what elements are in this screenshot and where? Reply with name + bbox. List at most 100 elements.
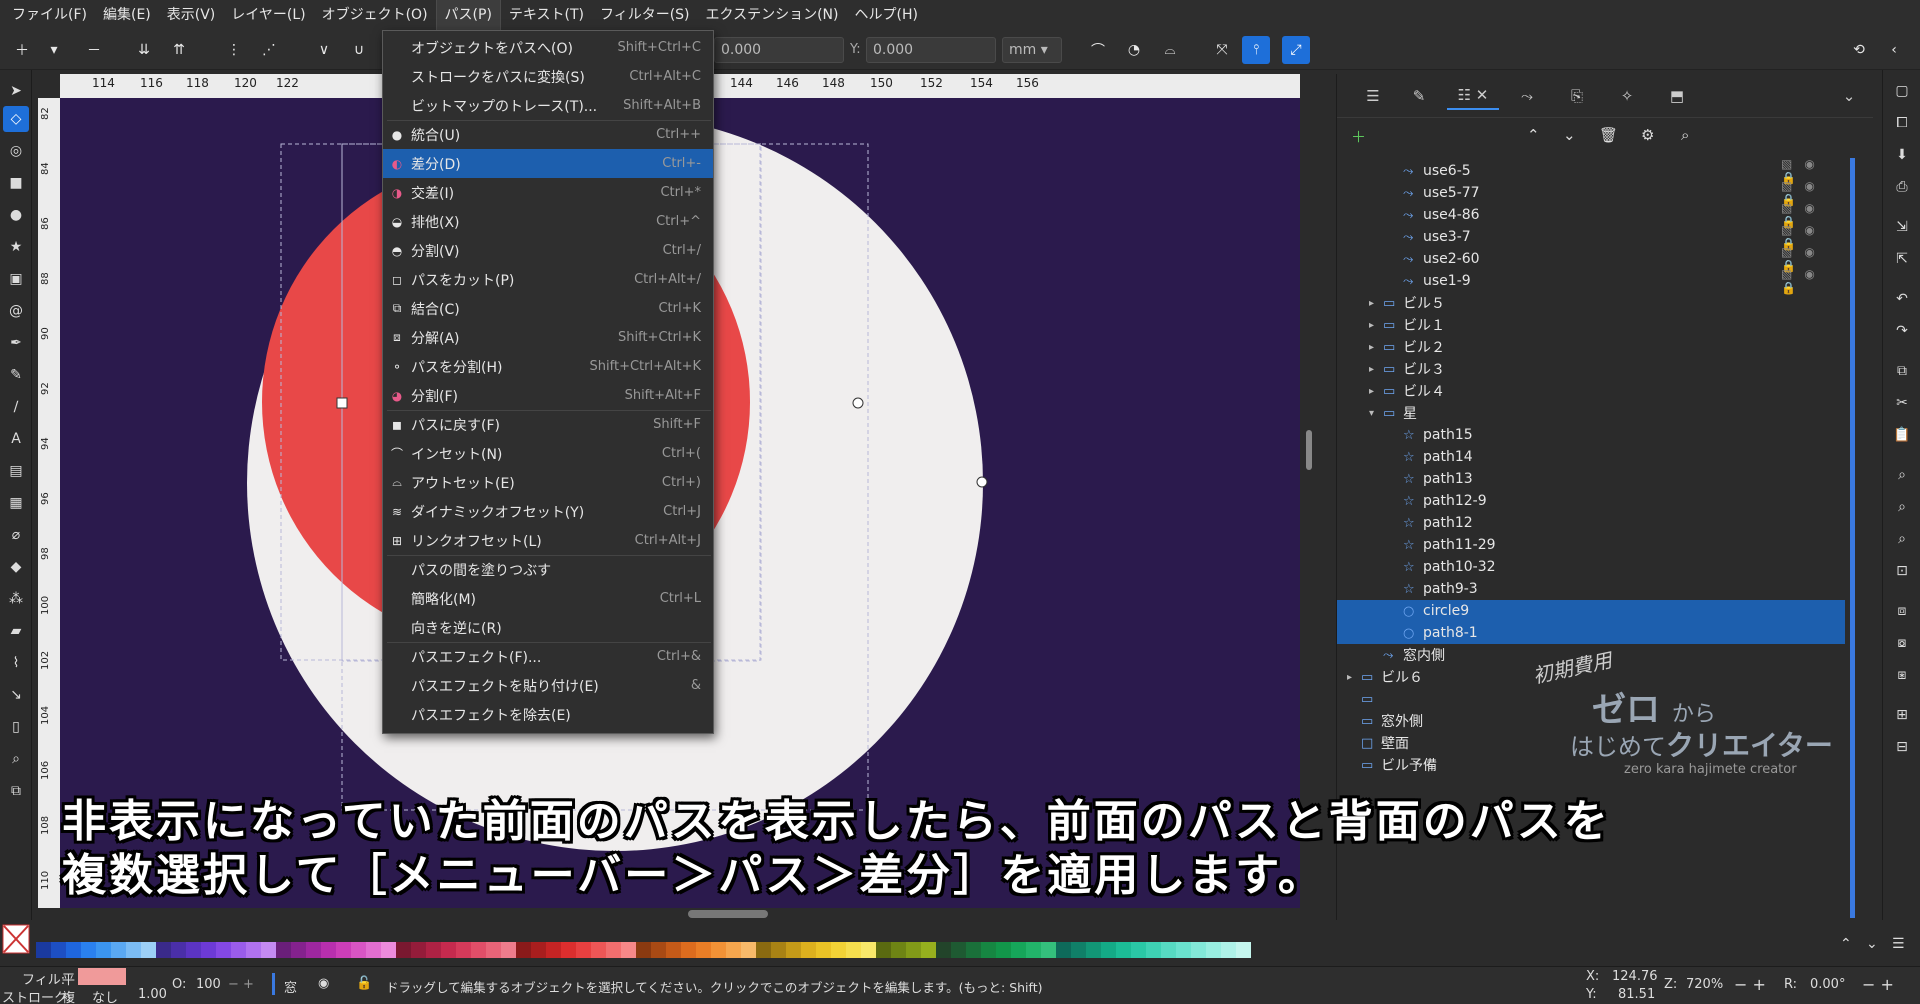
path-menu-item[interactable]: パスエフェクトを貼り付け(E) & [383,671,713,700]
pages-tool-icon[interactable]: ⧉ [3,778,29,804]
color-swatch[interactable] [516,942,531,958]
path-menu-item[interactable]: ⌒ インセット(N) Ctrl+( [383,439,713,468]
layer-row[interactable]: ▸ ▭ ビル５ [1337,292,1845,314]
copy-icon[interactable]: ⧉ [1889,358,1915,384]
bucket-tool-icon[interactable]: ◆ [3,554,29,580]
layer-row[interactable]: ☆ path11-29 [1337,534,1845,556]
color-swatch[interactable] [996,942,1011,958]
expand-toggle-icon[interactable]: ▸ [1347,672,1352,683]
color-swatch[interactable] [921,942,936,958]
rotation-field[interactable]: 0.00° [1810,977,1845,992]
zoom-drawing-icon[interactable]: ⌕ [1889,494,1915,520]
palette-up-icon[interactable]: ⌃ [1840,936,1852,952]
move-up-icon[interactable]: ⌃ [1527,126,1540,144]
expand-toggle-icon[interactable]: ▸ [1369,320,1374,331]
xml-editor-icon[interactable]: ⤳ [1509,82,1545,110]
x-field[interactable]: 0.000 [714,37,844,63]
chevron-down-icon[interactable]: ▾ [40,36,68,64]
color-swatch[interactable] [411,942,426,958]
lock-icon[interactable]: 🔓 [356,976,372,991]
swatches-panel-icon[interactable]: ⬒ [1659,82,1695,110]
layer-row[interactable]: ▸ ▭ ビル４ [1337,380,1845,402]
color-swatch[interactable] [306,942,321,958]
ellipse-tool-icon[interactable]: ● [3,202,29,228]
path-menu-item[interactable]: ◻ パスをカット(P) Ctrl+Alt+/ [383,265,713,294]
layer-row[interactable]: ⤳ use2-60 ▧◉🔒 [1337,245,1845,273]
expand-toggle-icon[interactable]: ▸ [1369,342,1374,353]
path-menu-item[interactable]: ◕ 分割(F) Shift+Alt+F [383,381,713,410]
expand-toggle-icon[interactable]: ▸ [1369,364,1374,375]
align-panel-icon[interactable]: ☰ [1355,82,1391,110]
selector-tool-icon[interactable]: ➤ [3,78,29,104]
color-swatch[interactable] [246,942,261,958]
menu-4[interactable]: オブジェクト(O) [314,0,436,30]
color-swatch[interactable] [711,942,726,958]
print-icon[interactable]: ⎙ [1889,174,1915,200]
zoom-stepper[interactable]: − + [1734,975,1766,994]
rect-tool-icon[interactable]: ■ [3,170,29,196]
delete-segment-icon[interactable]: ⋰ [255,36,283,64]
color-swatch[interactable] [561,942,576,958]
layer-row[interactable]: ▸ ▭ ビル２ [1337,336,1845,358]
layer-row[interactable]: ○ circle9 [1337,600,1845,622]
expand-toggle-icon[interactable]: ▾ [1369,408,1374,419]
menu-8[interactable]: エクステンション(N) [698,0,847,30]
pencil-tool-icon[interactable]: ✎ [3,362,29,388]
paste-icon[interactable]: 📋 [1889,422,1915,448]
node-cusp-icon[interactable]: ∨ [310,36,338,64]
show-outline-icon[interactable]: ⤢ [1282,36,1310,64]
color-swatch[interactable] [141,942,156,958]
color-swatch[interactable] [966,942,981,958]
open-icon[interactable]: ⧠ [1889,110,1915,136]
color-swatch[interactable] [906,942,921,958]
color-swatch[interactable] [1101,942,1116,958]
y-field[interactable]: 0.000 [866,37,996,63]
color-swatch[interactable] [816,942,831,958]
color-swatch[interactable] [441,942,456,958]
color-swatch[interactable] [156,942,171,958]
connector-tool-icon[interactable]: ↘ [3,682,29,708]
color-swatch[interactable] [876,942,891,958]
layer-row[interactable]: ⤳ use5-77 ▧◉🔒 [1337,179,1845,207]
color-swatch[interactable] [366,942,381,958]
add-layer-icon[interactable]: ＋ [1351,126,1366,147]
color-swatch[interactable] [846,942,861,958]
snap-icon[interactable]: ⟲ [1845,36,1873,64]
zoom-field[interactable]: 720% [1686,977,1723,992]
search-icon[interactable]: ⌕ [1681,126,1689,144]
color-swatch[interactable] [681,942,696,958]
color-swatch[interactable] [861,942,876,958]
menu-5[interactable]: パス(P) [435,0,501,31]
palette-swatches[interactable] [36,942,1251,958]
menu-9[interactable]: ヘルプ(H) [847,0,926,30]
transform-handles-icon[interactable]: ⤧ [1208,36,1236,64]
path-menu-item[interactable]: ⧉ 結合(C) Ctrl+K [383,294,713,323]
layer-row[interactable]: ☆ path15 [1337,424,1845,446]
mesh-tool-icon[interactable]: ▦ [3,490,29,516]
color-swatch[interactable] [1206,942,1221,958]
color-swatch[interactable] [891,942,906,958]
color-swatch[interactable] [486,942,501,958]
color-swatch[interactable] [381,942,396,958]
color-swatch[interactable] [66,942,81,958]
path-menu-item[interactable]: オブジェクトをパスへ(O) Shift+Ctrl+C [383,33,713,62]
layer-row[interactable]: ⤳ use3-7 ▧◉🔒 [1337,223,1845,251]
node-tool-icon[interactable]: ◇ [3,106,29,132]
path-menu-item[interactable]: ◼ パスに戻す(F) Shift+F [383,410,713,439]
path-menu-item[interactable]: ビットマップのトレース(T)... Shift+Alt+B [383,91,713,120]
color-swatch[interactable] [456,942,471,958]
group-icon[interactable]: ⊞ [1889,702,1915,728]
layer-row[interactable]: ☆ path9-3 [1337,578,1845,600]
row-visibility-lock-icons[interactable]: ▧◉🔒 [1781,267,1845,295]
color-swatch[interactable] [1176,942,1191,958]
new-document-icon[interactable]: ▢ [1889,78,1915,104]
node-handle-mid[interactable] [852,397,864,409]
color-swatch[interactable] [1026,942,1041,958]
color-swatch[interactable] [756,942,771,958]
color-swatch[interactable] [951,942,966,958]
color-swatch[interactable] [741,942,756,958]
color-swatch[interactable] [426,942,441,958]
node-handle-right[interactable] [976,476,988,488]
path-menu-item[interactable]: ◐ 差分(D) Ctrl+- [383,149,713,178]
color-swatch[interactable] [321,942,336,958]
